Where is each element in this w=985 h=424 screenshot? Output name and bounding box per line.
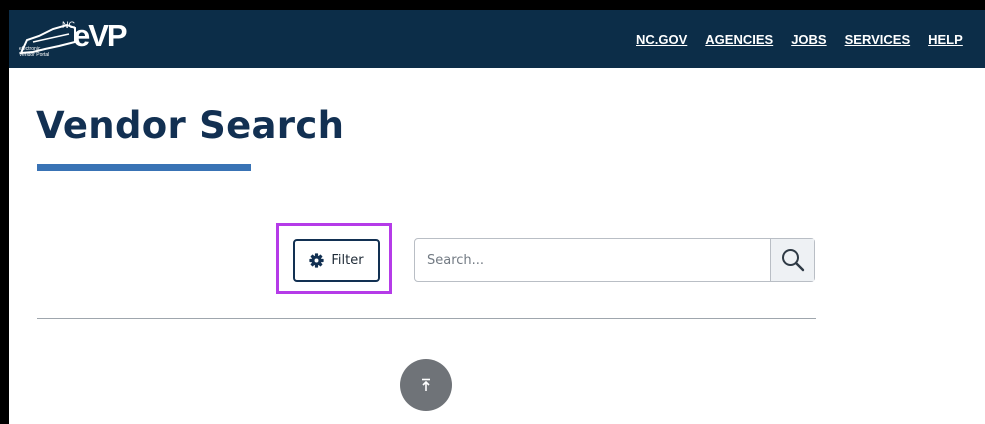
magnifier-icon [781,249,804,272]
nav-link-agencies[interactable]: AGENCIES [705,32,773,47]
arrow-up-to-line-icon [422,378,430,391]
page-title: Vendor Search [36,104,345,147]
search-button[interactable] [770,239,814,281]
filter-button-label: Filter [331,253,364,268]
title-underline-bar [37,164,251,171]
page-frame: NC eVP electronic Vendor Portal NC.GOV A… [9,10,985,424]
top-nav: NC.GOV AGENCIES JOBS SERVICES HELP [636,32,963,47]
filter-button[interactable]: Filter [293,239,380,282]
search-box [414,238,815,282]
nav-link-jobs[interactable]: JOBS [791,32,826,47]
search-input[interactable] [415,239,770,281]
gear-icon [309,253,325,268]
site-header: NC eVP electronic Vendor Portal NC.GOV A… [9,10,985,68]
content-divider [37,318,816,319]
nav-link-help[interactable]: HELP [928,32,963,47]
nav-link-nc-gov[interactable]: NC.GOV [636,32,687,47]
logo-tagline: electronic Vendor Portal [19,46,50,58]
logo-brand-text: eVP [73,18,128,53]
nav-link-services[interactable]: SERVICES [845,32,911,47]
back-to-top-button[interactable] [400,359,452,411]
evp-logo[interactable]: NC eVP electronic Vendor Portal [19,16,139,62]
